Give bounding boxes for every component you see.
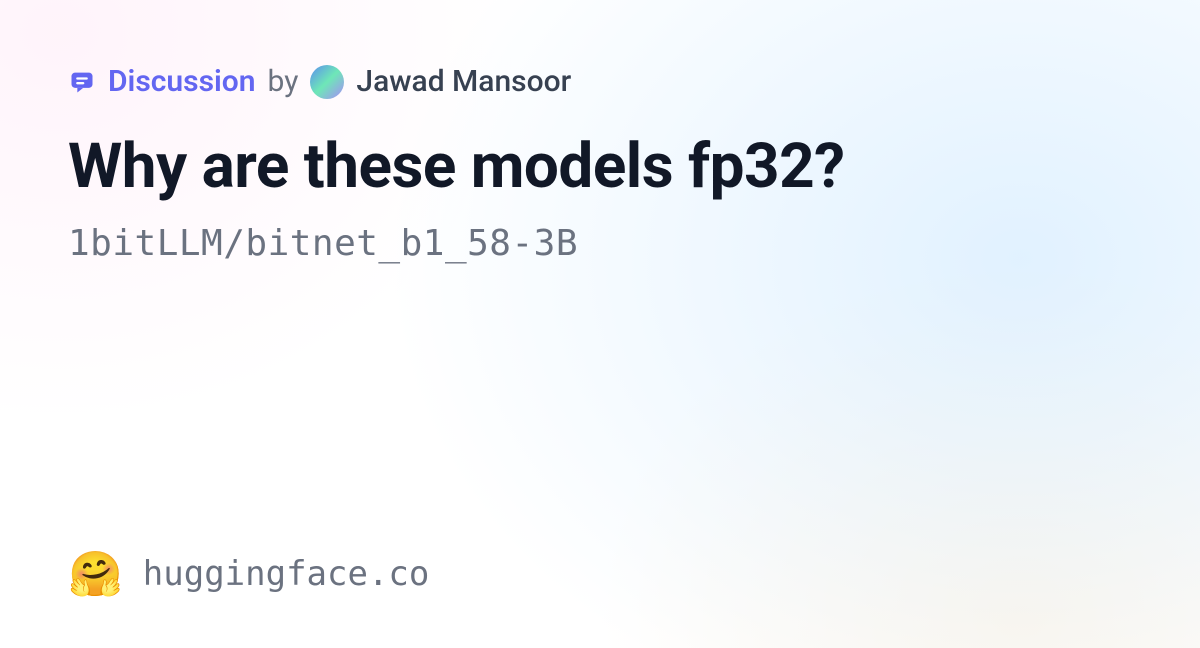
footer: 🤗 huggingface.co xyxy=(68,552,429,596)
by-text: by xyxy=(268,64,299,99)
avatar xyxy=(310,65,344,99)
repo-path: 1bitLLM/bitnet_b1_58-3B xyxy=(68,223,1132,264)
author-name: Jawad Mansoor xyxy=(356,64,571,99)
card-content: Discussion by Jawad Mansoor Why are thes… xyxy=(68,64,1132,264)
discussion-title: Why are these models fp32? xyxy=(68,133,1132,201)
discussion-icon xyxy=(68,68,96,96)
site-label: huggingface.co xyxy=(143,554,430,594)
discussion-label: Discussion xyxy=(108,64,256,99)
meta-row: Discussion by Jawad Mansoor xyxy=(68,64,1132,99)
huggingface-icon: 🤗 xyxy=(68,552,123,596)
